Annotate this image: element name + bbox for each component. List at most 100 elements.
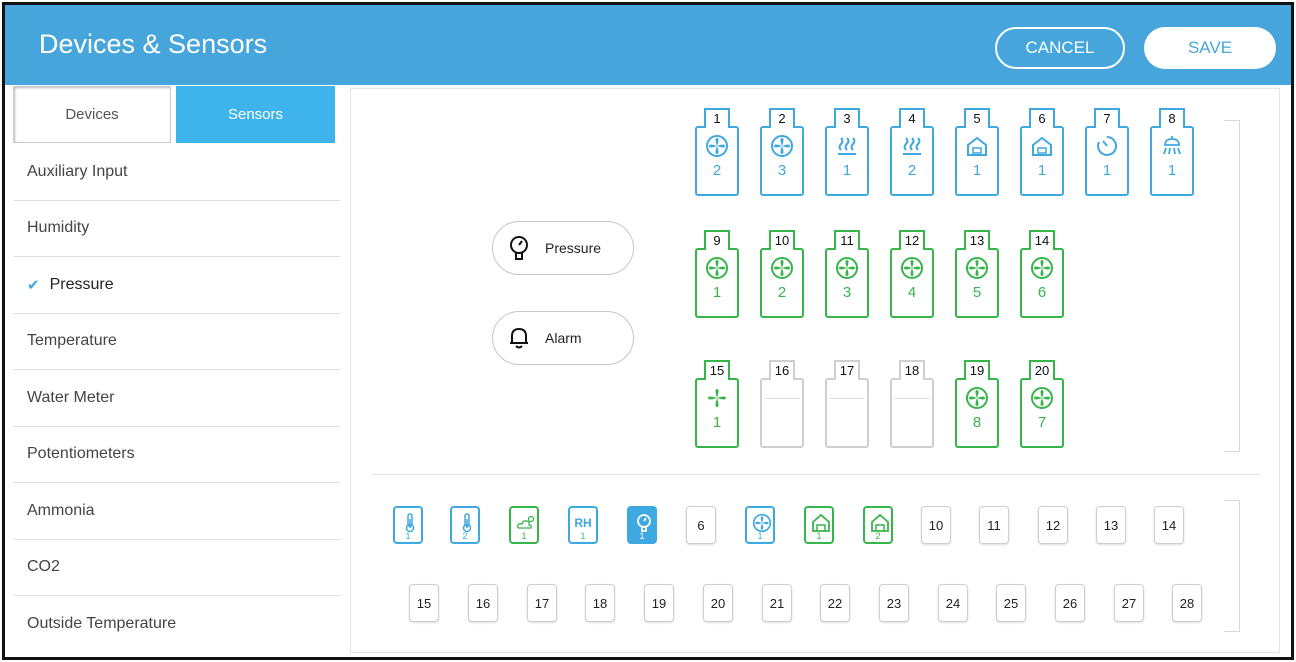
sensor-slot-label: 14 [1161,517,1177,533]
list-item-outside-temperature[interactable]: Outside Temperature [13,596,340,653]
sensor-slot-15[interactable]: 15 [409,584,439,622]
device-slot-number: 5 [964,108,990,128]
device-slot-number: 11 [834,230,860,250]
tab-devices[interactable]: Devices [13,86,171,143]
device-slot-12[interactable]: 12 4 [890,230,934,318]
tab-sensors[interactable]: Sensors [176,86,335,143]
outside-weather-icon [516,513,536,533]
device-slot-17[interactable]: 17 [825,360,869,448]
device-slot-19[interactable]: 19 8 [955,360,999,448]
sensor-slot-25[interactable]: 25 [996,584,1026,622]
list-item-label: Temperature [27,332,117,350]
alarm-button[interactable]: Alarm [492,311,634,365]
sprinkler-icon [1160,134,1184,158]
sensor-slot-label: 24 [945,595,961,611]
device-slot-value: 1 [1167,162,1177,179]
sensor-slot-7[interactable]: 1 [745,506,775,544]
sensor-slot-16[interactable]: 16 [468,584,498,622]
sensor-slot-index: 2 [462,531,468,541]
device-slot-13[interactable]: 13 5 [955,230,999,318]
sensor-slot-14[interactable]: 14 [1154,506,1184,544]
slot-divider [764,398,800,399]
sensor-slot-22[interactable]: 22 [820,584,850,622]
sensor-slot-index: 1 [580,531,586,541]
devices-scrollbar[interactable] [1224,120,1240,452]
pressure-button[interactable]: Pressure [492,221,634,275]
fan-icon [705,256,729,280]
sensor-slot-12[interactable]: 12 [1038,506,1068,544]
section-divider [372,474,1260,475]
device-slot-value: 8 [972,414,982,431]
sensor-slot-9[interactable]: 2 [863,506,893,544]
list-item-temperature[interactable]: Temperature [13,314,340,370]
device-slot-14[interactable]: 14 6 [1020,230,1064,318]
sensor-slot-26[interactable]: 26 [1055,584,1085,622]
list-item-label: Water Meter [27,388,115,406]
list-item-water-meter[interactable]: Water Meter [13,370,340,427]
device-slot-6[interactable]: 61 [1020,108,1064,196]
device-slot-4[interactable]: 42 [890,108,934,196]
fan-icon [835,256,859,280]
device-slot-5[interactable]: 51 [955,108,999,196]
sensor-slot-5[interactable]: 1 [627,506,657,544]
sensor-slot-24[interactable]: 24 [938,584,968,622]
device-slot-9[interactable]: 91 [695,230,739,318]
list-item-humidity[interactable]: Humidity [13,201,340,257]
device-slot-number: 10 [769,230,795,250]
house-icon [870,513,890,533]
sensor-slot-1[interactable]: 1 [393,506,423,544]
heater-icon [900,134,924,158]
device-slot-16[interactable]: 16 [760,360,804,448]
sensor-slot-index: 2 [875,531,881,541]
device-slot-15[interactable]: 15 1 [695,360,739,448]
list-item-label: Auxiliary Input [27,162,128,180]
device-slot-number: 4 [899,108,925,128]
cancel-button[interactable]: CANCEL [995,27,1125,69]
sensor-slot-2[interactable]: 2 [450,506,480,544]
tab-bar: Devices Sensors [13,86,335,143]
list-item-potentiometers[interactable]: Potentiometers [13,427,340,483]
device-slot-11[interactable]: 11 3 [825,230,869,318]
device-slot-value: 5 [972,284,982,301]
sensor-slot-11[interactable]: 11 [979,506,1009,544]
sensor-slot-20[interactable]: 20 [703,584,733,622]
sensor-slot-23[interactable]: 23 [879,584,909,622]
device-slot-8[interactable]: 81 [1150,108,1194,196]
sensor-slot-17[interactable]: 17 [527,584,557,622]
list-item-ammonia[interactable]: Ammonia [13,483,340,540]
sensor-slot-13[interactable]: 13 [1096,506,1126,544]
sensor-slot-18[interactable]: 18 [585,584,615,622]
device-slot-body [825,378,869,448]
sensor-slot-label: 16 [475,595,491,611]
list-item-label: Pressure [49,275,114,293]
layout-panel [350,88,1280,653]
device-slot-number: 9 [704,230,730,250]
device-slot-1[interactable]: 12 [695,108,739,196]
fan-icon [965,256,989,280]
sensor-slot-6[interactable]: 6 [686,506,716,544]
device-slot-2[interactable]: 23 [760,108,804,196]
list-item-co2[interactable]: CO2 [13,540,340,596]
sensor-slot-label: 22 [827,595,843,611]
device-slot-3[interactable]: 31 [825,108,869,196]
sensor-slot-28[interactable]: 28 [1172,584,1202,622]
sensor-slot-3[interactable]: 1 [509,506,539,544]
device-slot-20[interactable]: 20 7 [1020,360,1064,448]
device-slot-number: 18 [899,360,925,380]
list-item-auxiliary-input[interactable]: Auxiliary Input [13,144,340,201]
device-slot-7[interactable]: 71 [1085,108,1129,196]
sensor-slot-8[interactable]: 1 [804,506,834,544]
sensor-slot-21[interactable]: 21 [762,584,792,622]
sensor-slot-27[interactable]: 27 [1114,584,1144,622]
sensor-slot-10[interactable]: 10 [921,506,951,544]
sensors-scrollbar[interactable] [1224,500,1240,632]
sensor-slot-label: 20 [710,595,726,611]
device-slot-10[interactable]: 10 2 [760,230,804,318]
sensor-slot-4[interactable]: RH 1 [568,506,598,544]
device-slot-18[interactable]: 18 [890,360,934,448]
save-button[interactable]: SAVE [1144,27,1276,69]
timer-icon [1095,134,1119,158]
list-item-pressure[interactable]: ✔ Pressure [13,257,340,314]
sensor-slot-label: 23 [886,595,902,611]
sensor-slot-19[interactable]: 19 [644,584,674,622]
